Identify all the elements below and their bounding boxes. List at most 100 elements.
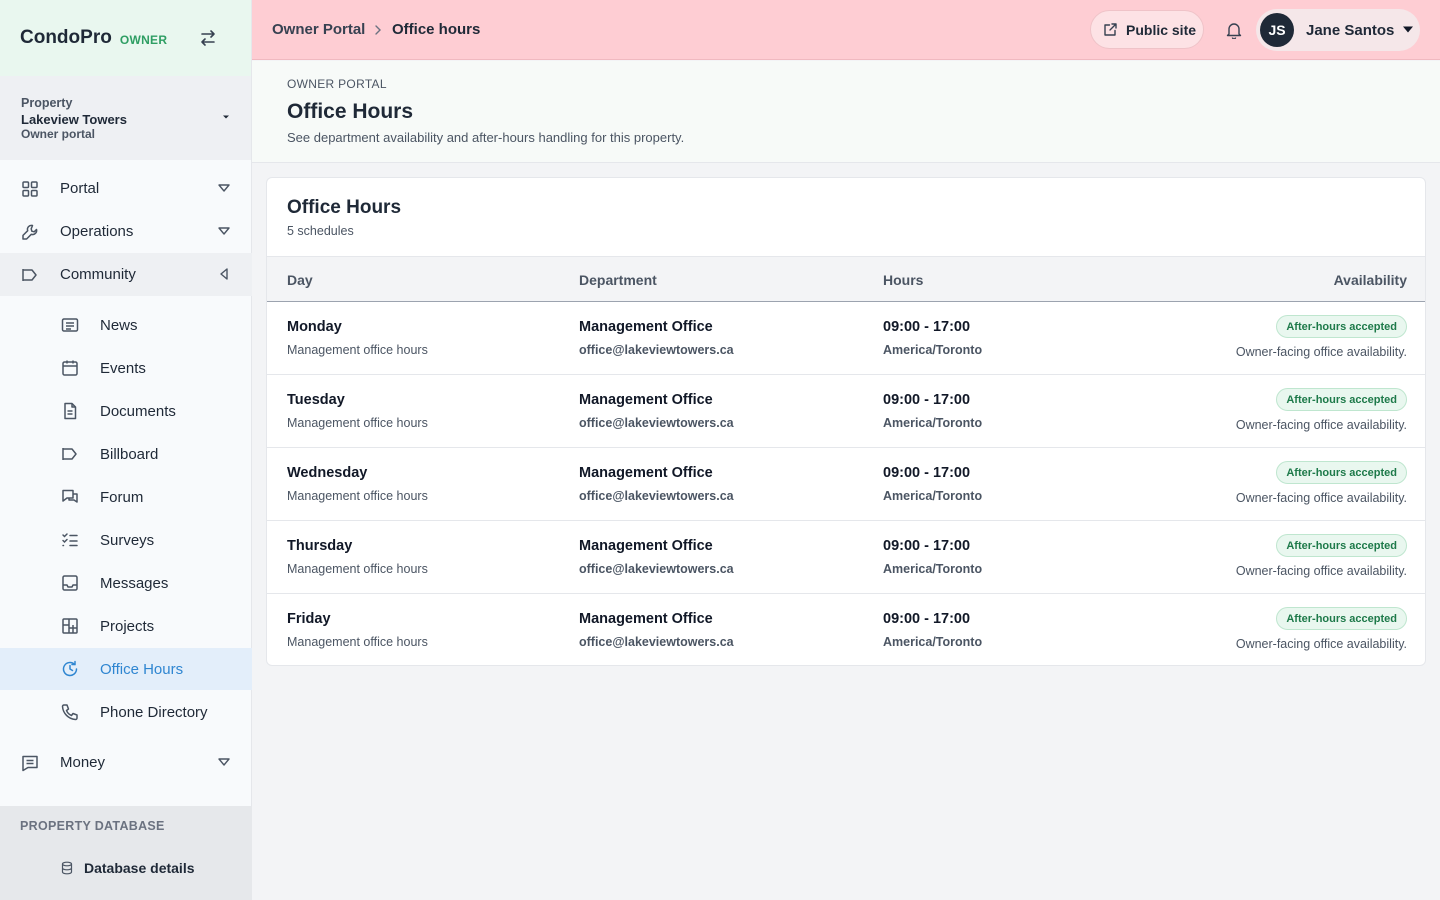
- hours: 09:00 - 17:00: [883, 319, 971, 335]
- nav-label: Billboard: [100, 445, 159, 463]
- breadcrumb-owner-portal[interactable]: Owner Portal: [272, 21, 365, 38]
- nav-label: Projects: [100, 617, 155, 635]
- property-sub: Owner portal: [21, 127, 96, 141]
- department: Management Office: [579, 319, 713, 335]
- availability-note: Owner-facing office availability.: [1235, 637, 1407, 651]
- sidebar: CondoPro OWNER Property Lakeview Towers …: [0, 0, 252, 900]
- department: Management Office: [579, 611, 713, 627]
- status-badge: After-hours accepted: [1276, 534, 1407, 557]
- nav-surveys[interactable]: Surveys: [0, 519, 252, 561]
- column-header-department: Department: [579, 272, 657, 288]
- nav-projects[interactable]: Projects: [0, 605, 252, 647]
- avatar: JS: [1260, 13, 1294, 47]
- brand: CondoPro OWNER: [0, 0, 251, 76]
- nav-events[interactable]: Events: [0, 347, 252, 389]
- nav-label: Portal: [60, 180, 100, 197]
- table-row[interactable]: Friday Management office hours Managemen…: [267, 594, 1425, 665]
- day-description: Management office hours: [287, 562, 428, 576]
- hours: 09:00 - 17:00: [883, 465, 971, 481]
- clock-refresh-icon: [62, 660, 78, 677]
- department: Management Office: [579, 538, 713, 554]
- nav-portal[interactable]: Portal: [0, 167, 252, 210]
- external-link-icon: [1104, 23, 1117, 36]
- nav-news[interactable]: News: [0, 304, 252, 346]
- column-header-availability: Availability: [1333, 272, 1407, 288]
- database-icon: [61, 861, 73, 875]
- megaphone-icon: [22, 268, 37, 281]
- table-header: Day Department Hours Availability: [267, 256, 1425, 302]
- department-email[interactable]: office@lakeviewtowers.ca: [579, 343, 734, 357]
- brand-role: OWNER: [119, 33, 168, 47]
- chevron-down-icon: [218, 184, 230, 192]
- availability-note: Owner-facing office availability.: [1235, 418, 1407, 432]
- column-header-day: Day: [287, 272, 313, 288]
- hours: 09:00 - 17:00: [883, 611, 971, 627]
- table-row[interactable]: Wednesday Management office hours Manage…: [267, 448, 1425, 521]
- department-email[interactable]: office@lakeviewtowers.ca: [579, 635, 734, 649]
- page-header: OWNER PORTAL Office Hours See department…: [252, 61, 1440, 163]
- department-email[interactable]: office@lakeviewtowers.ca: [579, 416, 734, 430]
- nav-messages[interactable]: Messages: [0, 562, 252, 604]
- nav-label: Surveys: [100, 531, 155, 549]
- department: Management Office: [579, 465, 713, 481]
- nav-label: Database details: [84, 860, 195, 876]
- bell-icon[interactable]: [1226, 21, 1242, 39]
- nav-label: Money: [60, 754, 106, 771]
- nav-phone-directory[interactable]: Phone Directory: [0, 691, 252, 733]
- day: Thursday: [287, 538, 353, 554]
- user-name: Jane Santos: [1306, 21, 1395, 39]
- nav-label: Operations: [60, 223, 134, 240]
- availability-note: Owner-facing office availability.: [1235, 564, 1407, 578]
- grid-icon: [22, 180, 38, 197]
- table-row[interactable]: Monday Management office hours Managemen…: [267, 302, 1425, 375]
- nav-label: Office Hours: [100, 660, 184, 678]
- nav-database-details[interactable]: Database details: [60, 860, 195, 876]
- topbar: Owner Portal Office hours Public site JS…: [252, 0, 1440, 60]
- timezone: America/Toronto: [883, 562, 983, 576]
- nav-community[interactable]: Community: [0, 253, 252, 296]
- megaphone-icon: [62, 448, 77, 460]
- nav-forum[interactable]: Forum: [0, 476, 252, 518]
- brand-name: CondoPro: [20, 27, 112, 48]
- nav-label: Forum: [100, 488, 144, 506]
- nav-money[interactable]: Money: [0, 741, 252, 784]
- chevron-left-icon: [220, 268, 228, 280]
- nav-label: Documents: [100, 402, 176, 420]
- chevron-down-icon: [218, 758, 230, 766]
- page-title: Office Hours: [287, 100, 414, 123]
- nav-office-hours[interactable]: Office Hours: [0, 648, 252, 690]
- nav-operations[interactable]: Operations: [0, 210, 252, 253]
- chevron-right-icon: [375, 25, 381, 35]
- status-badge: After-hours accepted: [1276, 315, 1407, 338]
- page-eyebrow: OWNER PORTAL: [287, 77, 387, 91]
- receipt-icon: [22, 755, 38, 771]
- document-icon: [64, 402, 77, 420]
- breadcrumb-current: Office hours: [392, 21, 481, 38]
- blueprint-icon: [62, 618, 78, 634]
- wrench-icon: [22, 224, 38, 240]
- department-email[interactable]: office@lakeviewtowers.ca: [579, 489, 734, 503]
- chevron-down-icon: [218, 227, 230, 235]
- property-selector[interactable]: Property Lakeview Towers Owner portal: [0, 76, 251, 160]
- phone-icon: [61, 704, 78, 721]
- caret-down-icon: [223, 115, 229, 119]
- department-email[interactable]: office@lakeviewtowers.ca: [579, 562, 734, 576]
- nav-label: Events: [100, 359, 146, 377]
- nav-documents[interactable]: Documents: [0, 390, 252, 432]
- timezone: America/Toronto: [883, 489, 983, 503]
- property-label: Property: [21, 96, 73, 110]
- user-menu[interactable]: JS Jane Santos: [1256, 9, 1420, 51]
- day: Monday: [287, 319, 342, 335]
- day-description: Management office hours: [287, 343, 428, 357]
- department: Management Office: [579, 392, 713, 408]
- public-site-button[interactable]: Public site: [1090, 10, 1204, 49]
- swap-icon[interactable]: [198, 28, 218, 48]
- table-row[interactable]: Tuesday Management office hours Manageme…: [267, 375, 1425, 448]
- nav-billboard[interactable]: Billboard: [0, 433, 252, 475]
- table-row[interactable]: Thursday Management office hours Managem…: [267, 521, 1425, 594]
- nav-label: Messages: [100, 574, 169, 592]
- caret-down-icon: [1403, 26, 1413, 33]
- day-description: Management office hours: [287, 635, 428, 649]
- inbox-icon: [62, 575, 78, 591]
- chat-icon: [62, 489, 78, 503]
